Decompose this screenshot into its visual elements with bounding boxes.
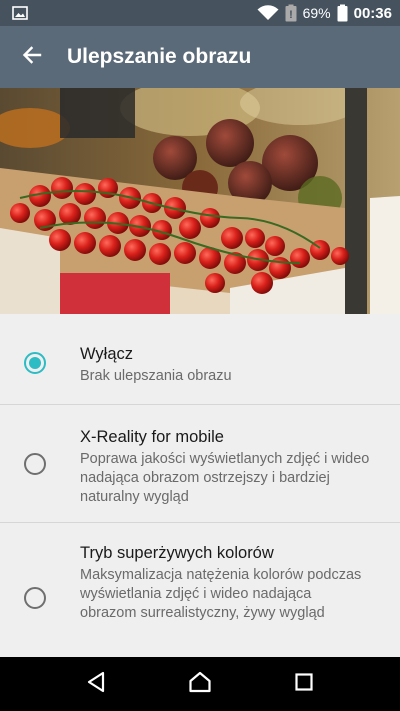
svg-text:!: ! — [289, 9, 293, 21]
option-x-reality[interactable]: X-Reality for mobile Poprawa jakości wyś… — [0, 405, 400, 523]
arrow-back-icon — [22, 45, 42, 70]
option-description: Brak ulepszania obrazu — [80, 368, 232, 384]
nav-back-button[interactable] — [72, 660, 120, 708]
radio-button-selected[interactable] — [24, 352, 46, 374]
status-bar: ! 69% 00:36 — [0, 0, 400, 26]
app-bar: Ulepszanie obrazu — [0, 26, 400, 88]
wifi-icon — [257, 5, 279, 21]
option-title: X-Reality for mobile — [80, 428, 224, 446]
option-super-vivid[interactable]: Tryb superżywych kolorów Maksymalizacja … — [0, 523, 400, 656]
home-icon — [188, 671, 212, 698]
hero-image — [0, 88, 400, 314]
nav-recents-button[interactable] — [280, 660, 328, 708]
picture-enhancement-options: Wyłącz Brak ulepszania obrazu X-Reality … — [0, 314, 400, 657]
radio-button[interactable] — [24, 587, 46, 609]
battery-icon — [337, 4, 348, 22]
battery-percent: 69% — [302, 5, 331, 21]
battery-alert-icon: ! — [285, 4, 297, 22]
page-title: Ulepszanie obrazu — [67, 45, 252, 68]
option-off[interactable]: Wyłącz Brak ulepszania obrazu — [0, 314, 400, 405]
radio-button[interactable] — [24, 453, 46, 475]
option-description: Maksymalizacja natężenia kolorów podczas… — [80, 567, 362, 621]
back-button[interactable] — [0, 26, 64, 88]
option-title: Wyłącz — [80, 345, 134, 363]
clock: 00:36 — [353, 4, 392, 22]
nav-home-button[interactable] — [176, 660, 224, 708]
navigation-bar — [0, 657, 400, 711]
option-title: Tryb superżywych kolorów — [80, 544, 274, 562]
recents-icon — [294, 672, 314, 697]
option-description: Poprawa jakości wyświetlanych zdjęć i wi… — [80, 451, 370, 505]
image-icon — [12, 6, 28, 20]
back-triangle-icon — [86, 671, 106, 698]
